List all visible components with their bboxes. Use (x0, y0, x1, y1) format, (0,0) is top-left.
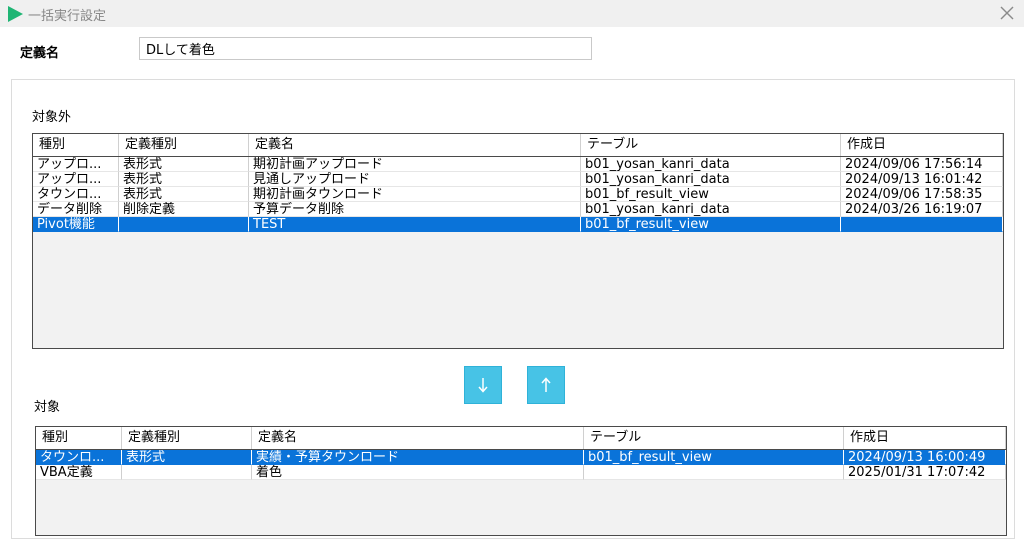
excluded-column-header[interactable]: 種別 (33, 134, 119, 156)
excluded-table-cell: データ削除 (33, 202, 119, 217)
excluded-table-cell: TEST (249, 217, 581, 232)
definition-name-label: 定義名 (20, 46, 60, 61)
excluded-table-cell: Pivot機能 (33, 217, 119, 232)
excluded-table-cell: タウンロ... (33, 187, 119, 202)
definition-name-input[interactable] (139, 37, 592, 60)
excluded-table-cell: b01_yosan_kanri_data (581, 157, 841, 172)
arrow-up-icon (541, 377, 551, 392)
target-table-cell: 2024/09/13 16:00:49 (844, 450, 1006, 465)
excluded-column-header[interactable]: 定義名 (249, 134, 581, 156)
excluded-table-row[interactable]: タウンロ... 表形式 期初計画タウンロード b01_bf_result_view 20… (33, 187, 1003, 202)
excluded-table-cell: b01_bf_result_view (581, 217, 841, 232)
excluded-table-cell: 期初計画アップロード (249, 157, 581, 172)
excluded-column-header[interactable]: 作成日 (841, 134, 1003, 156)
play-icon (8, 6, 23, 22)
excluded-table-cell: アップロ... (33, 157, 119, 172)
excluded-table-cell: 2024/09/13 16:01:42 (841, 172, 1003, 187)
excluded-table-row[interactable]: データ削除 削除定義 予算データ削除 b01_yosan_kanri_data 2024… (33, 202, 1003, 217)
excluded-table-cell: 表形式 (119, 172, 249, 187)
excluded-table-cell (119, 217, 249, 232)
excluded-table-cell: 表形式 (119, 187, 249, 202)
arrow-down-icon (478, 378, 488, 393)
excluded-table-cell (841, 217, 1003, 232)
excluded-table-cell: 予算データ削除 (249, 202, 581, 217)
excluded-table-cell: 2024/09/06 17:56:14 (841, 157, 1003, 172)
excluded-table-cell: 見通しアップロード (249, 172, 581, 187)
excluded-table-cell: b01_yosan_kanri_data (581, 202, 841, 217)
excluded-table-row[interactable]: アップロ... 表形式 見通しアップロード b01_yosan_kanri_data 2… (33, 172, 1003, 187)
window-title: 一括実行設定 (28, 9, 107, 24)
target-table-row[interactable]: タウンロ... 表形式 実績・予算タウンロード b01_bf_result_view 2… (36, 450, 1006, 465)
target-column-header[interactable]: 作成日 (844, 427, 1006, 449)
target-table-cell: 着色 (252, 465, 584, 480)
excluded-table-cell: 期初計画タウンロード (249, 187, 581, 202)
target-column-header[interactable]: テーブル (584, 427, 844, 449)
excluded-table-cell: アップロ... (33, 172, 119, 187)
move-down-button[interactable] (464, 366, 502, 404)
title-bar: 一括実行設定 (0, 0, 1024, 27)
target-table-row[interactable]: VBA定義 着色 2025/01/31 17:07:42 (36, 465, 1006, 480)
target-table-cell: 実績・予算タウンロード (252, 450, 584, 465)
target-table-cell: タウンロ... (36, 450, 122, 465)
target-table-cell (122, 465, 252, 480)
target-table-cell (584, 465, 844, 480)
target-table-cell: 2025/01/31 17:07:42 (844, 465, 1006, 480)
target-table-cell: b01_bf_result_view (584, 450, 844, 465)
excluded-table-cell: 2024/03/26 16:19:07 (841, 202, 1003, 217)
excluded-table-row[interactable]: Pivot機能 TEST b01_bf_result_view (33, 217, 1003, 232)
close-icon[interactable] (996, 2, 1018, 24)
target-table-cell: VBA定義 (36, 465, 122, 480)
excluded-grid-header: 種別 定義種別 定義名 テーブル 作成日 (33, 134, 1003, 157)
target-grid[interactable]: 種別 定義種別 定義名 テーブル 作成日 タウンロ... 表形式 実績・予算タウンロード b01… (35, 426, 1007, 536)
move-up-button[interactable] (527, 366, 565, 404)
excluded-column-header[interactable]: 定義種別 (119, 134, 249, 156)
target-table-cell: 表形式 (122, 450, 252, 465)
excluded-table-cell: 表形式 (119, 157, 249, 172)
excluded-table-cell: b01_bf_result_view (581, 187, 841, 202)
target-label: 対象 (34, 400, 61, 415)
excluded-label: 対象外 (32, 110, 72, 125)
excluded-grid[interactable]: 種別 定義種別 定義名 テーブル 作成日 アップロ... 表形式 期初計画アップロード b01_… (32, 133, 1004, 349)
excluded-column-header[interactable]: テーブル (581, 134, 841, 156)
target-grid-header: 種別 定義種別 定義名 テーブル 作成日 (36, 427, 1006, 450)
excluded-table-cell: 2024/09/06 17:58:35 (841, 187, 1003, 202)
excluded-table-row[interactable]: アップロ... 表形式 期初計画アップロード b01_yosan_kanri_data… (33, 157, 1003, 172)
target-column-header[interactable]: 定義名 (252, 427, 584, 449)
excluded-table-cell: 削除定義 (119, 202, 249, 217)
excluded-table-cell: b01_yosan_kanri_data (581, 172, 841, 187)
target-column-header[interactable]: 定義種別 (122, 427, 252, 449)
target-column-header[interactable]: 種別 (36, 427, 122, 449)
